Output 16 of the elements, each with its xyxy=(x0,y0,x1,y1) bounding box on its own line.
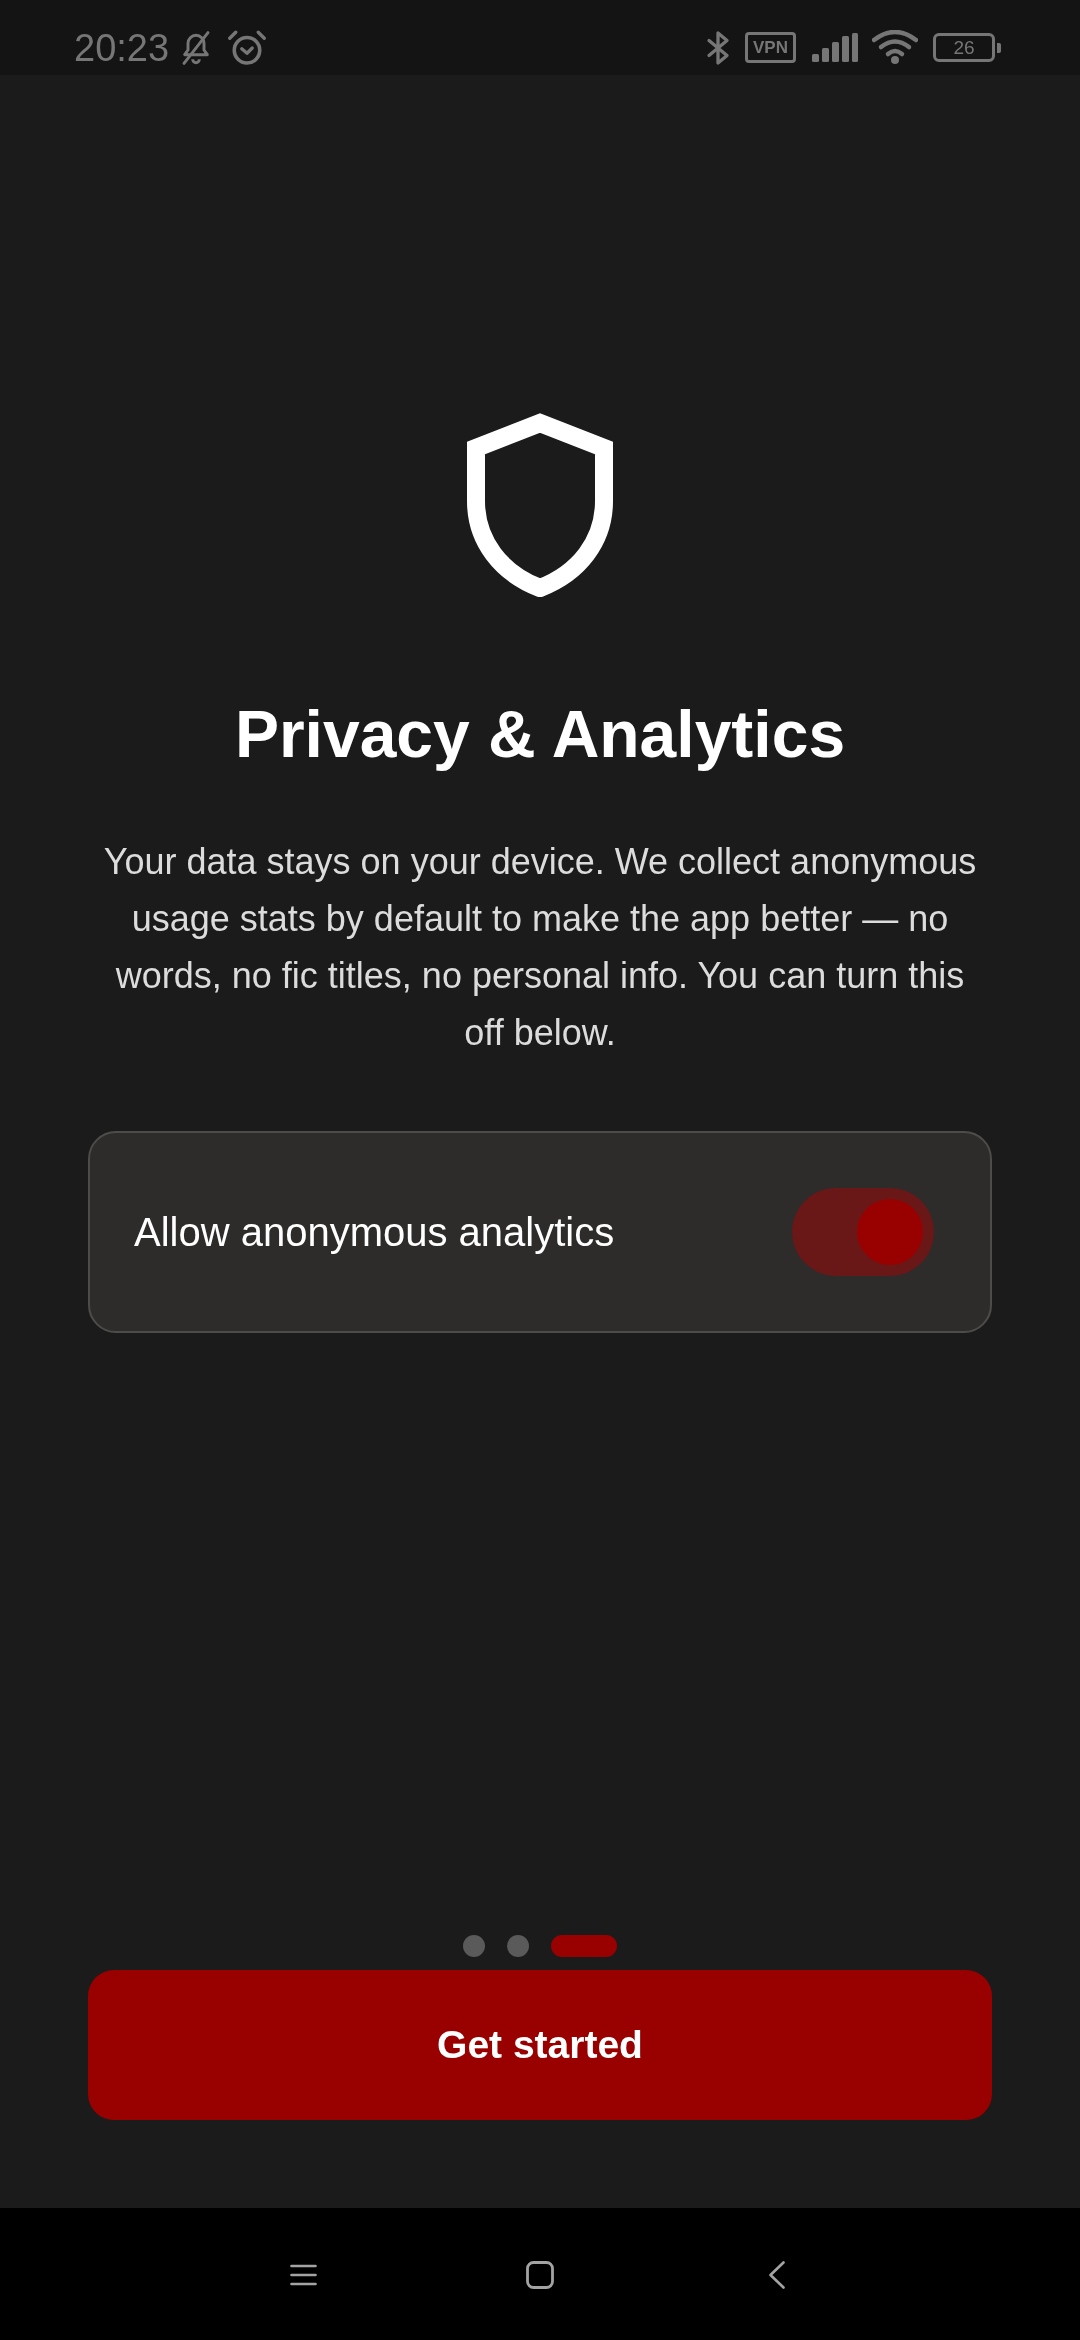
get-started-button[interactable]: Get started xyxy=(88,1970,992,2120)
menu-icon[interactable] xyxy=(289,2264,317,2286)
home-icon[interactable] xyxy=(526,2261,554,2289)
status-time: 20:23 xyxy=(74,28,170,67)
setting-label: Allow anonymous analytics xyxy=(134,1209,615,1255)
shield-icon xyxy=(467,413,613,597)
bluetooth-icon xyxy=(706,28,730,67)
wifi-icon xyxy=(872,30,918,65)
signal-bars-icon xyxy=(812,33,858,62)
page-title: Privacy & Analytics xyxy=(234,696,846,773)
privacy-description: Your data stays on your device. We collect anonymous usage stats by default to make the app better — no words, no fic titles, no personal info. You can turn this off below. xyxy=(102,840,978,1055)
alarm-clock-icon xyxy=(227,29,268,66)
vpn-indicator: VPN xyxy=(745,32,796,63)
battery-indicator: 26 xyxy=(933,33,1001,62)
back-icon[interactable] xyxy=(769,2261,785,2289)
bell-muted-icon xyxy=(180,29,213,66)
